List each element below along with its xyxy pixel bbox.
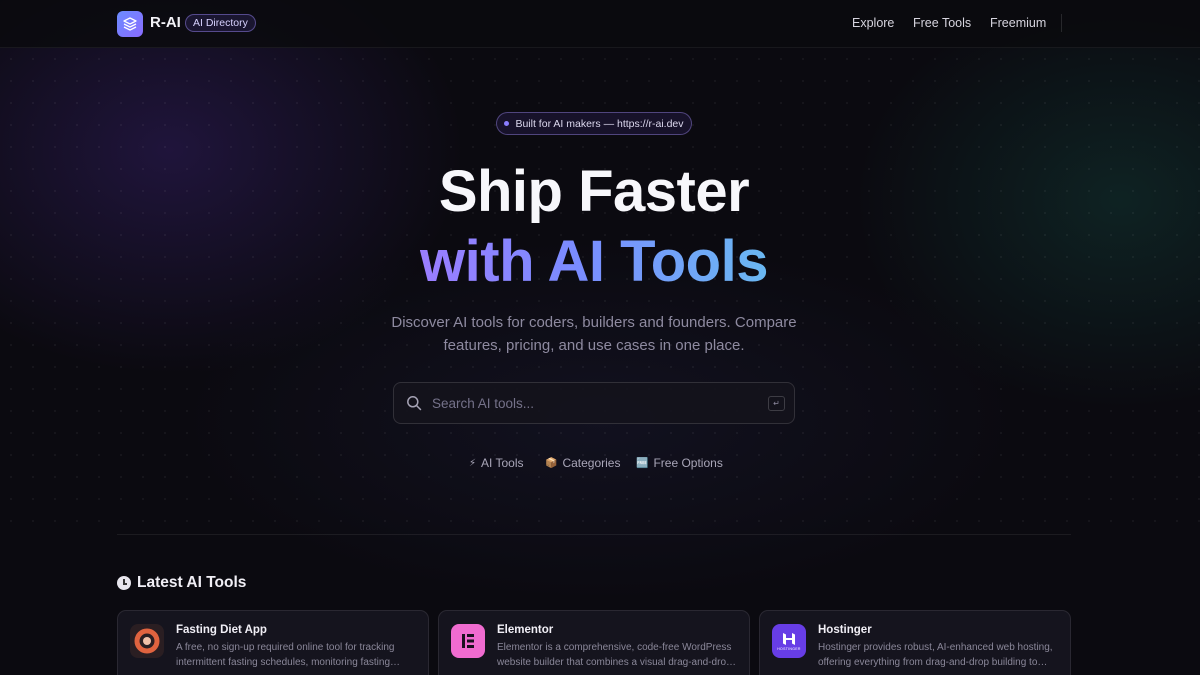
free-icon: 🆓 xyxy=(636,457,649,469)
quick-link-ai-tools[interactable]: ⚡ AI Tools xyxy=(469,456,524,470)
tool-card-name: Hostinger xyxy=(818,624,872,636)
quick-link-label: Free Options xyxy=(653,456,723,470)
quick-link-categories[interactable]: 📦 Categories xyxy=(545,456,620,470)
quick-link-label: Categories xyxy=(562,456,621,470)
nav-divider xyxy=(1061,14,1062,32)
tool-card-name: Elementor xyxy=(497,624,554,636)
brand-name[interactable]: R-AI xyxy=(150,14,181,31)
logo-icon[interactable] xyxy=(117,11,143,37)
tool-card-description: Hostinger provides robust, AI-enhanced w… xyxy=(818,642,1053,668)
hero-title-line-1: Ship Faster xyxy=(438,159,750,224)
tool-card-name: Fasting Diet App xyxy=(176,624,267,636)
latest-tools-title: Latest AI Tools xyxy=(137,574,247,591)
brand-badge: AI Directory xyxy=(185,14,256,32)
tool-card-elementor[interactable]: Elementor Elementor is a comprehensive, … xyxy=(438,610,750,675)
section-divider xyxy=(117,534,1071,535)
tool-card-description: Elementor is a comprehensive, code-free … xyxy=(497,642,732,668)
hostinger-logo-icon: HOSTINGER xyxy=(772,624,806,658)
elementor-logo-icon xyxy=(451,624,485,658)
hero-title-gradient: with AI Tools xyxy=(420,229,768,294)
nav-freemium[interactable]: Freemium xyxy=(990,16,1046,30)
layers-icon xyxy=(123,17,137,31)
latest-tools-heading: Latest AI Tools xyxy=(117,574,246,592)
search-bar[interactable]: ↵ xyxy=(393,382,795,424)
hero-subtitle: Discover AI tools for coders, builders a… xyxy=(391,314,797,354)
package-icon: 📦 xyxy=(545,457,558,469)
fasting-app-logo-icon xyxy=(130,624,164,658)
hero-title-line-2: with AI Tools xyxy=(0,228,1188,295)
nav-explore[interactable]: Explore xyxy=(852,16,894,30)
tool-card-description: A free, no sign-up required online tool … xyxy=(176,642,395,668)
tool-card-fasting-diet-app[interactable]: Fasting Diet App A free, no sign-up requ… xyxy=(117,610,429,675)
quick-link-free-options[interactable]: 🆓 Free Options xyxy=(636,456,723,470)
pill-dot-icon xyxy=(504,121,510,126)
tool-card-hostinger[interactable]: HOSTINGER Hostinger Hostinger provides r… xyxy=(759,610,1071,675)
search-icon xyxy=(407,396,422,411)
nav-free-tools[interactable]: Free Tools xyxy=(913,16,971,30)
pill-text: Built for AI makers — https://r-ai.dev xyxy=(515,117,684,130)
quick-link-label: AI Tools xyxy=(481,456,524,470)
lightning-icon: ⚡ xyxy=(469,457,477,469)
top-navbar: R-AI AI Directory Explore Free Tools Fre… xyxy=(0,0,1200,48)
clock-icon xyxy=(117,576,131,590)
search-input[interactable] xyxy=(432,383,752,423)
announcement-pill[interactable]: Built for AI makers — https://r-ai.dev xyxy=(496,112,692,135)
enter-key-icon: ↵ xyxy=(768,396,785,411)
